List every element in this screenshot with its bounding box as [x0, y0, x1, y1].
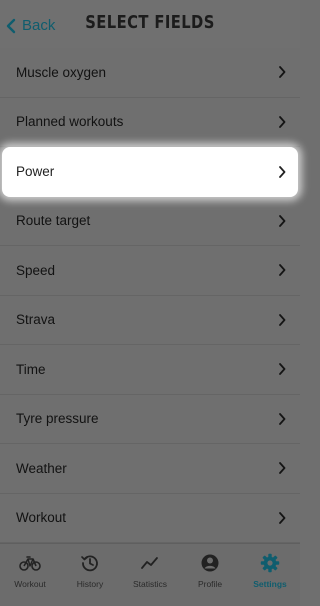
field-label: Muscle oxygen — [16, 64, 107, 80]
field-list: Muscle oxygen Planned workouts Power Rou… — [0, 48, 300, 543]
field-row-time[interactable]: Time — [0, 345, 300, 395]
tab-statistics[interactable]: Statistics — [120, 544, 180, 606]
chevron-right-icon — [279, 363, 286, 376]
chevron-right-icon — [279, 165, 286, 178]
field-row-tyre-pressure[interactable]: Tyre pressure — [0, 395, 300, 444]
field-row-muscle-oxygen[interactable]: Muscle oxygen — [0, 48, 300, 98]
field-label: Tyre pressure — [16, 411, 99, 427]
tab-label: Settings — [253, 579, 287, 589]
field-row-weather[interactable]: Weather — [0, 444, 300, 494]
chevron-right-icon — [279, 66, 286, 79]
chevron-right-icon — [279, 412, 286, 425]
bottom-tab-bar: Workout History Statistics Profile Setti… — [0, 543, 300, 606]
field-row-strava[interactable]: Strava — [0, 296, 300, 345]
chevron-right-icon — [279, 462, 286, 475]
chevron-right-icon — [279, 214, 286, 227]
page-title: SELECT FIELDS — [85, 12, 215, 33]
field-label: Route target — [16, 213, 91, 229]
field-row-planned-workouts[interactable]: Planned workouts — [0, 98, 300, 147]
field-row-workout[interactable]: Workout — [0, 494, 300, 543]
field-label: Weather — [16, 460, 67, 476]
field-label: Workout — [16, 510, 67, 526]
field-row-route-target[interactable]: Route target — [0, 197, 300, 246]
chevron-right-icon — [279, 511, 286, 524]
gear-icon — [259, 552, 281, 574]
tab-label: Workout — [14, 579, 46, 589]
header: Back SELECT FIELDS — [0, 0, 300, 48]
chevron-right-icon — [279, 313, 286, 326]
statistics-icon — [139, 552, 161, 574]
tab-label: History — [76, 579, 104, 589]
chevron-left-icon — [6, 18, 16, 34]
tab-label: Profile — [197, 579, 223, 589]
field-label: Strava — [16, 312, 56, 328]
history-icon — [79, 552, 101, 574]
tab-label: Statistics — [132, 579, 167, 589]
bicycle-icon — [19, 552, 41, 574]
chevron-right-icon — [279, 264, 286, 277]
field-row-power[interactable]: Power — [2, 147, 298, 197]
tab-profile[interactable]: Profile — [180, 544, 240, 606]
field-label: Time — [16, 361, 46, 377]
tab-settings[interactable]: Settings — [240, 544, 300, 606]
profile-icon — [199, 552, 221, 574]
field-label: Power — [16, 164, 55, 180]
field-label: Planned workouts — [16, 114, 124, 130]
tab-workout[interactable]: Workout — [0, 544, 60, 606]
field-row-speed[interactable]: Speed — [0, 246, 300, 296]
chevron-right-icon — [279, 115, 286, 128]
field-label: Speed — [16, 262, 56, 278]
tab-history[interactable]: History — [60, 544, 120, 606]
app-root: Back SELECT FIELDS Muscle oxygen Planned… — [0, 0, 300, 606]
